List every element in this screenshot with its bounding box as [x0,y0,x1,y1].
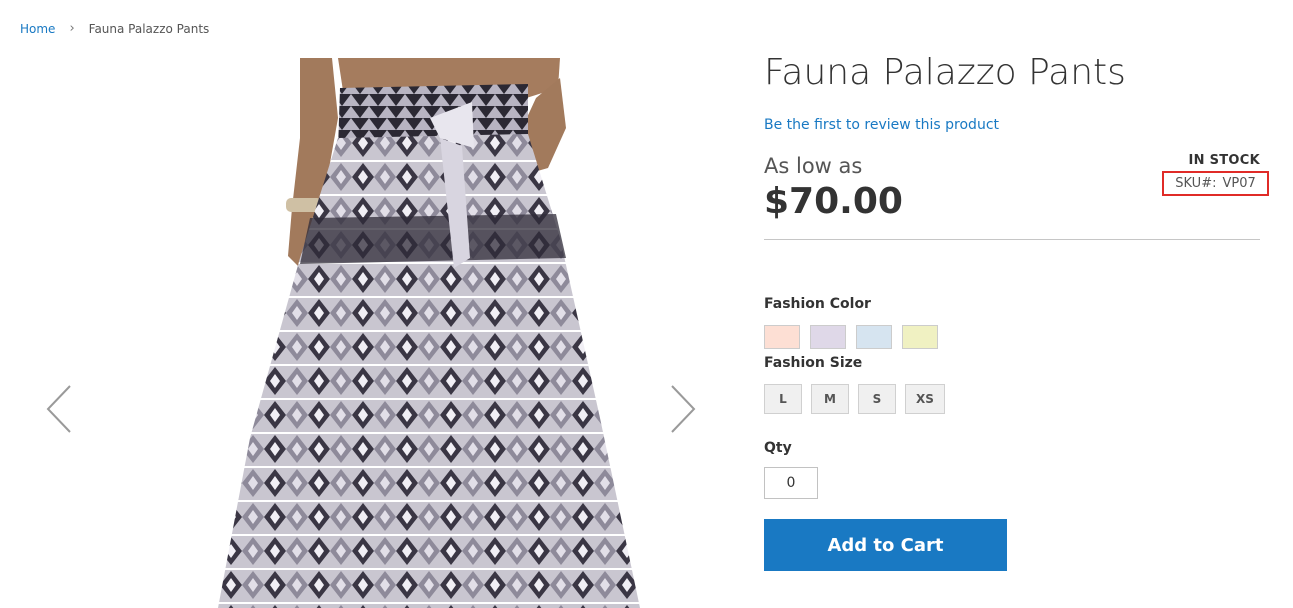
divider [764,239,1260,240]
price-prefix: As low as [764,154,863,178]
review-link[interactable]: Be the first to review this product [764,117,999,133]
size-options: L M S XS [764,384,945,414]
color-swatch[interactable] [902,325,938,349]
product-title: Fauna Palazzo Pants [764,52,1126,93]
chevron-right-icon [671,385,696,433]
product-gallery [0,58,745,608]
product-image [218,58,640,608]
gallery-next-button[interactable] [668,384,698,434]
size-option[interactable]: M [811,384,849,414]
breadcrumb-home-link[interactable]: Home [20,22,55,36]
color-swatch[interactable] [810,325,846,349]
sku-label: SKU#: [1175,176,1217,191]
size-option[interactable]: S [858,384,896,414]
qty-label: Qty [764,440,792,456]
product-price: $70.00 [764,181,903,222]
add-to-cart-button[interactable]: Add to Cart [764,519,1007,571]
breadcrumb-current: Fauna Palazzo Pants [88,21,210,36]
sku-box: SKU#: VP07 [1162,171,1269,196]
color-swatch[interactable] [856,325,892,349]
qty-input[interactable] [764,467,818,499]
size-option[interactable]: L [764,384,802,414]
breadcrumb-separator-icon: › [69,21,75,36]
color-label: Fashion Color [764,296,871,312]
chevron-left-icon [46,385,71,433]
gallery-prev-button[interactable] [44,384,74,434]
sku-value: VP07 [1222,176,1256,191]
size-label: Fashion Size [764,355,863,371]
stock-status: IN STOCK [1188,153,1260,168]
size-option[interactable]: XS [905,384,945,414]
color-swatch[interactable] [764,325,800,349]
color-swatches [764,325,938,349]
breadcrumb: Home › Fauna Palazzo Pants [20,21,209,36]
